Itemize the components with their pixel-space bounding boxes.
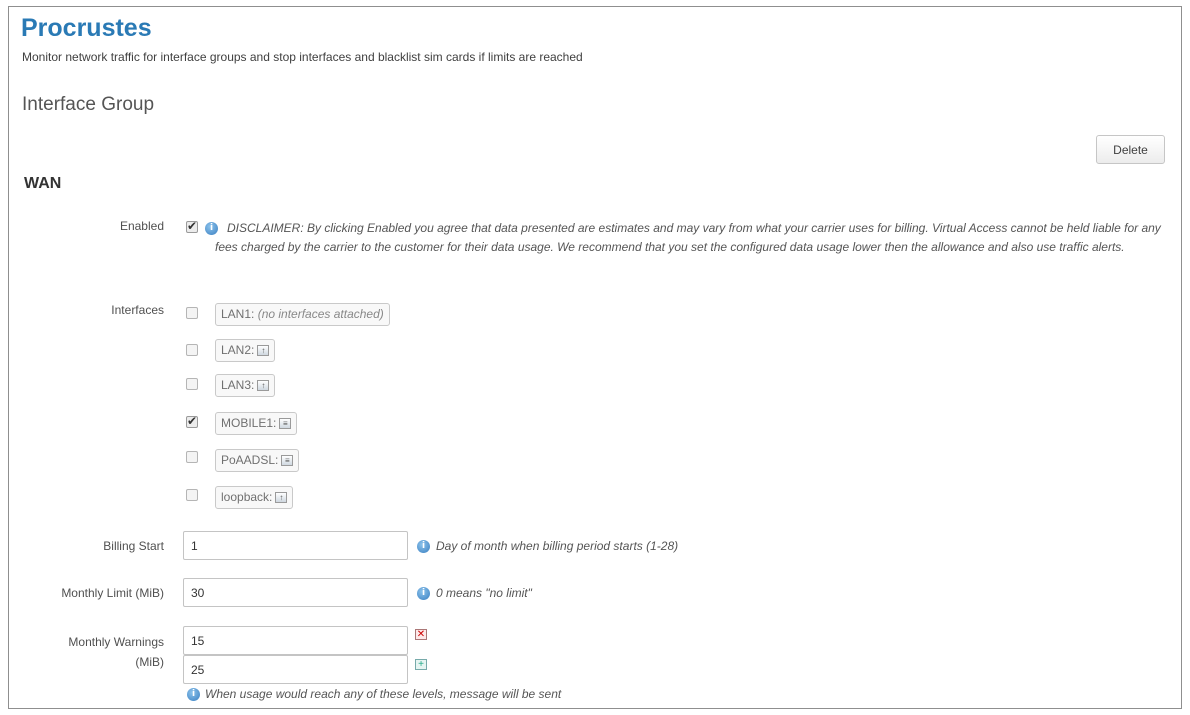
interface-badge-lan1: LAN1: (no interfaces attached) bbox=[215, 303, 390, 326]
remove-icon[interactable]: ✕ bbox=[415, 629, 427, 640]
ethernet-icon: ↑ bbox=[257, 380, 270, 392]
interface-badge-lan3: LAN3: ↑ bbox=[215, 374, 276, 397]
interface-name: LAN2: bbox=[221, 343, 255, 357]
interface-name: LAN1: bbox=[221, 307, 255, 321]
mobile-icon: ≡ bbox=[281, 455, 294, 467]
monthly-warnings-label-line2: (MiB) bbox=[135, 655, 164, 669]
monthly-limit-label: Monthly Limit (MiB) bbox=[61, 586, 164, 600]
ethernet-icon: ↑ bbox=[257, 345, 270, 357]
interface-name: loopback: bbox=[221, 490, 273, 504]
interface-badge-poaadsl: PoAADSL: ≡ bbox=[215, 449, 300, 472]
interface-name: PoAADSL: bbox=[221, 453, 279, 467]
monthly-warnings-hint: When usage would reach any of these leve… bbox=[205, 687, 562, 701]
interface-checkbox-poaadsl[interactable] bbox=[186, 451, 198, 463]
page-description: Monitor network traffic for interface gr… bbox=[22, 50, 583, 64]
section-title: Interface Group bbox=[22, 94, 155, 115]
info-icon: i bbox=[417, 587, 430, 600]
monthly-warning-input-2[interactable] bbox=[183, 655, 408, 684]
interface-badge-lan2: LAN2: ↑ bbox=[215, 339, 276, 362]
add-icon[interactable]: + bbox=[415, 659, 427, 670]
info-icon: i bbox=[187, 688, 200, 701]
monthly-limit-input[interactable] bbox=[183, 578, 408, 607]
enabled-disclaimer: DISCLAIMER: By clicking Enabled you agre… bbox=[215, 221, 1161, 254]
interface-checkbox-loopback[interactable] bbox=[186, 489, 198, 501]
interface-checkbox-lan3[interactable] bbox=[186, 378, 198, 390]
interface-note: (no interfaces attached) bbox=[257, 307, 384, 321]
interface-checkbox-lan2[interactable] bbox=[186, 344, 198, 356]
interfaces-label: Interfaces bbox=[111, 303, 164, 317]
monthly-warnings-label-line1: Monthly Warnings bbox=[68, 635, 164, 649]
monthly-warnings-label: Monthly Warnings (MiB) bbox=[30, 632, 164, 672]
billing-start-label: Billing Start bbox=[103, 539, 164, 553]
mobile-icon: ≡ bbox=[279, 418, 292, 430]
group-title: WAN bbox=[24, 175, 62, 192]
billing-start-input[interactable] bbox=[183, 531, 408, 560]
delete-button[interactable]: Delete bbox=[1096, 135, 1165, 164]
enabled-label: Enabled bbox=[119, 219, 164, 233]
interface-badge-mobile1: MOBILE1: ≡ bbox=[215, 412, 298, 435]
page-title: Procrustes bbox=[21, 14, 152, 42]
monthly-warning-input-1[interactable] bbox=[183, 626, 408, 655]
interface-checkbox-mobile1[interactable] bbox=[186, 414, 198, 428]
interface-name: LAN3: bbox=[221, 378, 255, 392]
interface-badge-loopback: loopback: ↑ bbox=[215, 486, 294, 509]
interface-checkbox-lan1[interactable] bbox=[186, 307, 198, 319]
info-icon: i bbox=[417, 540, 430, 553]
enabled-checkbox[interactable] bbox=[186, 219, 198, 233]
ethernet-icon: ↑ bbox=[275, 492, 288, 504]
interface-name: MOBILE1: bbox=[221, 416, 277, 430]
monthly-limit-hint: 0 means "no limit" bbox=[436, 586, 532, 600]
billing-start-hint: Day of month when billing period starts … bbox=[436, 539, 679, 553]
